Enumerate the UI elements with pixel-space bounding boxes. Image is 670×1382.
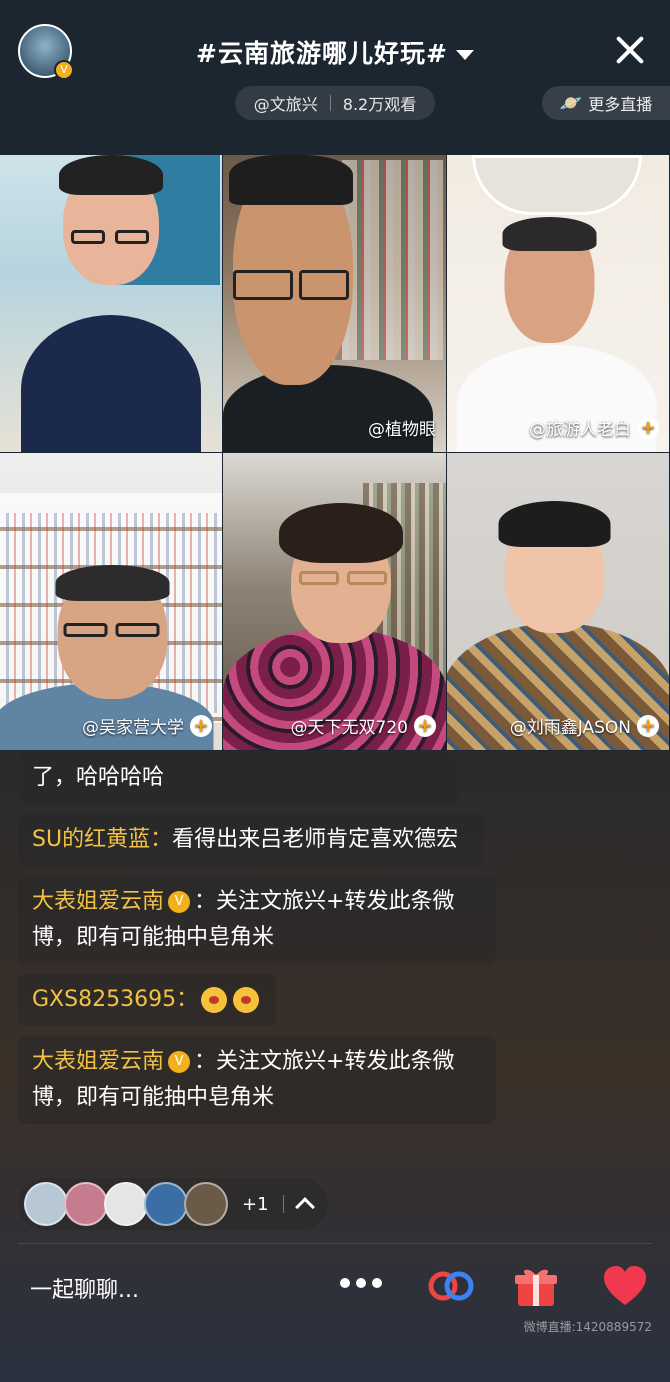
scream-emoji-icon — [233, 987, 260, 1013]
tile-label: @刘雨鑫JASON + — [510, 713, 659, 738]
participant-video — [0, 453, 222, 750]
host-info-pill[interactable]: @文旅兴 8.2万观看 — [235, 86, 435, 120]
comment-username[interactable]: SU的红黄蓝： — [32, 827, 172, 852]
caret-down-icon[interactable] — [455, 50, 474, 60]
participant-video — [447, 155, 669, 452]
divider — [18, 1243, 652, 1244]
comment-item: GXS8253695： — [18, 974, 277, 1026]
tile-label: @植物眼 — [368, 420, 436, 440]
participant-video — [223, 155, 446, 452]
viewer-avatar[interactable] — [184, 1182, 228, 1226]
view-count: 8.2万观看 — [342, 95, 417, 114]
follow-plus-icon[interactable]: + — [414, 714, 436, 737]
scream-emoji-icon — [201, 987, 228, 1013]
more-live-label: 更多直播 — [588, 95, 653, 114]
comment-username[interactable]: GXS8253695： — [32, 987, 198, 1012]
participant-video — [11, 155, 211, 452]
video-tile-1[interactable] — [0, 155, 223, 453]
comment-list[interactable]: 了，哈哈哈哈 SU的红黄蓝：看得出来吕老师肯定喜欢德宏 大表姐爱云南 V ：关注文旅… — [18, 752, 518, 1134]
verified-badge-icon: V — [168, 891, 191, 913]
viewer-avatar[interactable] — [144, 1182, 188, 1226]
divider — [329, 95, 331, 111]
viewer-extra-count: +1 — [242, 1193, 269, 1215]
comment-item: 大表姐爱云南 V ：关注文旅兴+转发此条微博，即有可能抽中皂角米 — [18, 1036, 496, 1124]
tile-label: @吴家营大学 + — [82, 713, 212, 738]
tile-label: @天下无双720 + — [291, 713, 436, 738]
video-tile-6[interactable]: @刘雨鑫JASON + — [447, 453, 670, 751]
video-tile-3[interactable]: @旅游人老白 + — [447, 155, 670, 453]
viewer-avatar[interactable] — [24, 1182, 68, 1226]
tile-label: @旅游人老白 + — [529, 415, 659, 440]
planet-icon: 🪐 — [559, 92, 583, 114]
watermark: 微博直播:1420889572 — [523, 1320, 652, 1334]
comment-username[interactable]: 大表姐爱云南 — [32, 889, 164, 914]
host-name: @文旅兴 — [253, 95, 318, 114]
close-button[interactable] — [610, 30, 650, 70]
video-grid: @植物眼 @旅游人老白 + @吴家营大学 + @天下无双720 + @刘雨鑫JA… — [0, 155, 670, 751]
comment-item: SU的红黄蓝：看得出来吕老师肯定喜欢德宏 — [18, 814, 484, 866]
more-options-icon[interactable] — [340, 1278, 382, 1288]
participant-video — [447, 453, 669, 750]
follow-plus-icon[interactable]: + — [637, 416, 659, 439]
follow-plus-icon[interactable]: + — [637, 714, 659, 737]
topic-title-text: #云南旅游哪儿好玩# — [196, 39, 448, 68]
participant-video — [223, 453, 446, 750]
chat-input[interactable]: 一起聊聊... — [30, 1272, 139, 1304]
comment-username[interactable]: 大表姐爱云南 — [32, 1049, 164, 1074]
more-live-button[interactable]: 🪐 更多直播 — [542, 86, 670, 120]
gift-icon[interactable] — [514, 1264, 558, 1308]
topic-title[interactable]: #云南旅游哪儿好玩# — [0, 34, 670, 70]
comment-item: 大表姐爱云南 V ：关注文旅兴+转发此条微博，即有可能抽中皂角米 — [18, 876, 496, 964]
comment-item: 了，哈哈哈哈 — [18, 752, 458, 804]
divider — [282, 1195, 284, 1213]
viewer-avatar[interactable] — [104, 1182, 148, 1226]
live-header: V #云南旅游哪儿好玩# @文旅兴 8.2万观看 🪐 更多直播 — [0, 0, 670, 155]
viewer-avatar[interactable] — [64, 1182, 108, 1226]
video-tile-5[interactable]: @天下无双720 + — [223, 453, 447, 751]
video-tile-2[interactable]: @植物眼 — [223, 155, 447, 453]
chevron-up-icon[interactable] — [294, 1197, 315, 1217]
follow-plus-icon[interactable]: + — [190, 714, 212, 737]
heart-icon[interactable] — [602, 1264, 648, 1308]
share-icon[interactable] — [426, 1268, 476, 1304]
viewer-avatars-bar[interactable]: +1 — [18, 1178, 328, 1230]
comment-text: 看得出来吕老师肯定喜欢德宏 — [172, 827, 459, 852]
verified-badge-icon: V — [168, 1051, 191, 1073]
video-tile-4[interactable]: @吴家营大学 + — [0, 453, 223, 751]
